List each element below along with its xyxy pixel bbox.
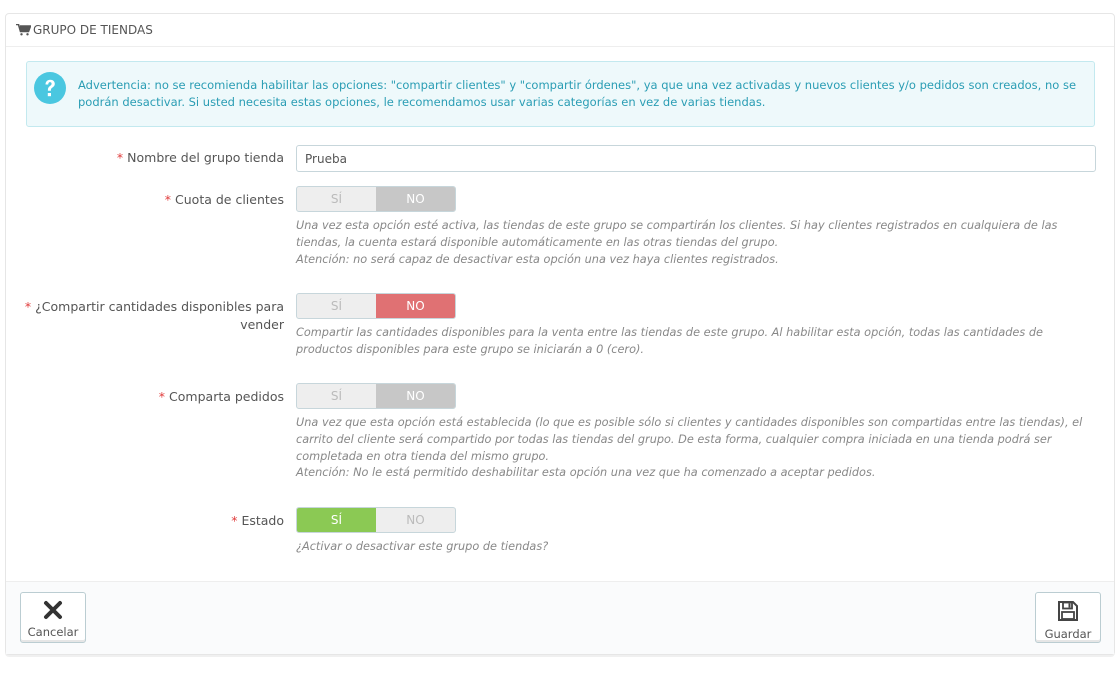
panel-heading: GRUPO DE TIENDAS bbox=[6, 14, 1114, 47]
shop-group-panel: GRUPO DE TIENDAS Advertencia: no se reco… bbox=[5, 13, 1115, 655]
share-customers-no[interactable]: NO bbox=[376, 187, 455, 211]
share-customers-help: Una vez esta opción esté activa, las tie… bbox=[296, 218, 1096, 268]
panel-title: GRUPO DE TIENDAS bbox=[33, 23, 153, 37]
share-customers-switch[interactable]: SÍ NO bbox=[296, 186, 456, 212]
help-warning: Atención: No le está permitido deshabili… bbox=[296, 466, 876, 480]
share-customers-yes[interactable]: SÍ bbox=[297, 187, 376, 211]
required-mark: * bbox=[158, 389, 166, 404]
required-mark: * bbox=[116, 150, 124, 165]
share-stock-no[interactable]: NO bbox=[376, 294, 455, 318]
label-text: vender bbox=[240, 317, 284, 332]
label-text: ¿Compartir cantidades disponibles para bbox=[35, 299, 284, 314]
share-stock-help: Compartir las cantidades disponibles par… bbox=[296, 325, 1096, 359]
save-button[interactable]: Guardar bbox=[1035, 592, 1101, 643]
question-circle-icon bbox=[34, 72, 66, 108]
required-mark: * bbox=[24, 299, 32, 314]
shopping-cart-icon bbox=[16, 23, 32, 39]
save-label: Guardar bbox=[1044, 627, 1092, 641]
share-orders-no[interactable]: NO bbox=[376, 384, 455, 408]
label-text: Comparta pedidos bbox=[169, 389, 284, 404]
share-stock-yes[interactable]: SÍ bbox=[297, 294, 376, 318]
status-switch[interactable]: SÍ NO bbox=[296, 507, 456, 533]
label-text: Cuota de clientes bbox=[175, 192, 284, 207]
status-label: * Estado bbox=[231, 512, 284, 530]
share-orders-label: * Comparta pedidos bbox=[159, 388, 284, 406]
share-orders-help: Una vez que esta opción está establecida… bbox=[296, 415, 1096, 482]
status-yes[interactable]: SÍ bbox=[297, 508, 376, 532]
share-orders-yes[interactable]: SÍ bbox=[297, 384, 376, 408]
help-text: Una vez esta opción esté activa, las tie… bbox=[296, 219, 1058, 249]
share-customers-label: * Cuota de clientes bbox=[165, 191, 284, 209]
help-warning: Atención: no será capaz de desactivar es… bbox=[296, 252, 779, 266]
cancel-button[interactable]: Cancelar bbox=[20, 592, 86, 643]
cancel-label: Cancelar bbox=[27, 625, 79, 639]
share-orders-switch[interactable]: SÍ NO bbox=[296, 383, 456, 409]
help-text: Una vez que esta opción está establecida… bbox=[296, 416, 1083, 463]
close-icon bbox=[21, 600, 85, 623]
shop-group-name-label: * Nombre del grupo tienda bbox=[117, 149, 284, 167]
save-icon bbox=[1036, 600, 1100, 625]
label-text: Estado bbox=[241, 513, 284, 528]
alert-text: Advertencia: no se recomienda habilitar … bbox=[78, 78, 1077, 109]
required-mark: * bbox=[231, 513, 238, 528]
share-stock-label: * ¿Compartir cantidades disponibles para … bbox=[25, 298, 284, 334]
required-mark: * bbox=[164, 192, 172, 207]
shop-group-name-input[interactable]: Prueba bbox=[296, 145, 1096, 172]
panel-footer: Cancelar Guardar bbox=[6, 581, 1114, 654]
help-text: ¿Activar o desactivar este grupo de tien… bbox=[296, 540, 549, 553]
label-text: Nombre del grupo tienda bbox=[127, 150, 284, 165]
status-help: ¿Activar o desactivar este grupo de tien… bbox=[296, 539, 1096, 556]
share-stock-switch[interactable]: SÍ NO bbox=[296, 293, 456, 319]
help-text: Compartir las cantidades disponibles par… bbox=[296, 326, 1043, 356]
status-no[interactable]: NO bbox=[376, 508, 455, 532]
info-alert: Advertencia: no se recomienda habilitar … bbox=[26, 61, 1095, 127]
